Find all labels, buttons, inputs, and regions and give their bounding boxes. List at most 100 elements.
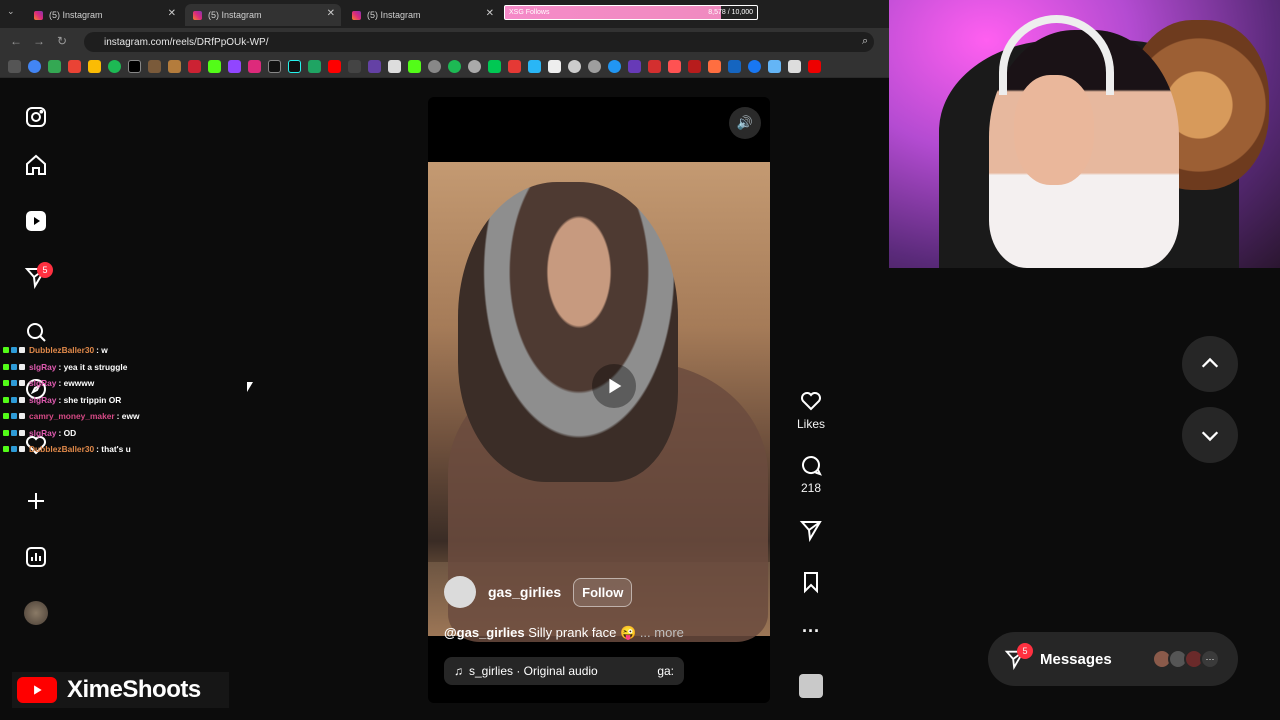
- apps-icon[interactable]: [8, 60, 21, 73]
- chat-username: slgRay: [29, 427, 57, 438]
- google-bookmark-icon[interactable]: [28, 60, 41, 73]
- drive-bookmark-icon[interactable]: [88, 60, 101, 73]
- messages-button[interactable]: Messages ···: [988, 632, 1238, 686]
- bookmark-icon[interactable]: [488, 60, 501, 73]
- chat-text: : that's u: [96, 444, 131, 455]
- dashboard-icon[interactable]: [22, 543, 50, 571]
- instagram-logo-icon[interactable]: [22, 103, 50, 131]
- share-action[interactable]: [795, 518, 827, 542]
- profile-avatar[interactable]: [24, 601, 48, 625]
- chat-badge-icon: [19, 380, 25, 387]
- bookmark-icon[interactable]: [148, 60, 161, 73]
- tab-search-icon[interactable]: ⌄: [7, 6, 15, 17]
- bookmark-icon[interactable]: [348, 60, 361, 73]
- chat-badge-icon: [11, 380, 17, 387]
- chat-text: : w: [96, 345, 108, 356]
- bookmark-icon[interactable]: [648, 60, 661, 73]
- bookmark-icon[interactable]: [808, 60, 821, 73]
- audio-label: s_girlies · Original audio: [469, 664, 598, 678]
- chat-username: camry_money_maker: [29, 411, 115, 422]
- caption-handle[interactable]: @gas_girlies: [444, 625, 525, 640]
- bookmark-icon[interactable]: [388, 60, 401, 73]
- audio-label-trail: ga:: [657, 664, 674, 678]
- bookmark-icon[interactable]: [688, 60, 701, 73]
- chat-message: slgRay: yea it a struggle: [3, 359, 183, 376]
- close-tab-icon[interactable]: ✕: [486, 8, 494, 19]
- bookmark-icon[interactable]: [788, 60, 801, 73]
- chat-badge-icon: [3, 363, 9, 370]
- chat-badge-icon: [11, 396, 17, 403]
- create-plus-icon[interactable]: [22, 487, 50, 515]
- chat-badge-icon: [19, 363, 25, 370]
- bookmark-icon[interactable]: [548, 60, 561, 73]
- bookmark-icon[interactable]: [588, 60, 601, 73]
- close-tab-icon[interactable]: ✕: [327, 8, 335, 19]
- x-bookmark-icon[interactable]: [128, 60, 141, 73]
- chat-badge-icon: [11, 446, 17, 453]
- author-name[interactable]: gas_girlies: [488, 584, 561, 600]
- author-avatar[interactable]: [444, 576, 476, 608]
- bookmark-icon[interactable]: [188, 60, 201, 73]
- bookmark-icon[interactable]: [668, 60, 681, 73]
- url-input[interactable]: instagram.com/reels/DRfPpOUk-WP/: [84, 32, 874, 52]
- chat-badge-icon: [3, 413, 9, 420]
- follow-button[interactable]: Follow: [573, 577, 633, 607]
- chat-badge-icon: [19, 396, 25, 403]
- kick-bookmark-icon[interactable]: [208, 60, 221, 73]
- tab-title: (5) Instagram: [367, 10, 421, 20]
- sound-icon[interactable]: 🔊: [729, 107, 761, 139]
- bookmark-icon[interactable]: [628, 60, 641, 73]
- twitch-bookmark-icon[interactable]: [228, 60, 241, 73]
- chat-badge-icon: [11, 413, 17, 420]
- bookmark-icon[interactable]: [408, 60, 421, 73]
- reel-container[interactable]: 🔊 gas_girlies Follow @gas_girlies Silly …: [428, 97, 770, 703]
- caption-text: Silly prank face 😜: [528, 625, 637, 640]
- chat-badge-icon: [19, 413, 25, 420]
- bookmark-icon[interactable]: [768, 60, 781, 73]
- x-bookmark-icon[interactable]: [268, 60, 281, 73]
- comment-action[interactable]: 218: [795, 453, 827, 495]
- bookmark-icon[interactable]: [308, 60, 321, 73]
- forward-icon[interactable]: →: [33, 34, 45, 48]
- chat-message: slgRay: ewwww: [3, 375, 183, 392]
- bookmark-icon[interactable]: [608, 60, 621, 73]
- reel-author: gas_girlies Follow: [444, 576, 633, 608]
- browser-tab-3[interactable]: (5) Instagram ✕: [344, 4, 500, 26]
- bookmark-icon[interactable]: [568, 60, 581, 73]
- zoom-icon[interactable]: ⌕: [862, 35, 868, 48]
- chat-message: DubblezBaller30: that's u: [3, 441, 183, 458]
- reels-icon[interactable]: [22, 207, 50, 235]
- bookmark-icon[interactable]: [168, 60, 181, 73]
- reload-icon[interactable]: ↻: [57, 34, 67, 48]
- bookmark-icon[interactable]: [508, 60, 521, 73]
- bookmark-icon[interactable]: [448, 60, 461, 73]
- gmail-bookmark-icon[interactable]: [68, 60, 81, 73]
- bookmark-icon[interactable]: [708, 60, 721, 73]
- facebook-bookmark-icon[interactable]: [748, 60, 761, 73]
- caption-more-link[interactable]: ... more: [640, 625, 684, 640]
- back-icon[interactable]: ←: [10, 34, 22, 48]
- audio-track[interactable]: ♫ s_girlies · Original audio ga:: [444, 657, 684, 685]
- audio-thumbnail[interactable]: [799, 674, 823, 698]
- close-tab-icon[interactable]: ✕: [168, 8, 176, 19]
- chat-username: DubblezBaller30: [29, 345, 95, 356]
- play-button[interactable]: [592, 364, 636, 408]
- bookmark-icon[interactable]: [728, 60, 741, 73]
- spotify-bookmark-icon[interactable]: [108, 60, 121, 73]
- browser-tab-2[interactable]: (5) Instagram ✕: [185, 4, 341, 26]
- instagram-bookmark-icon[interactable]: [248, 60, 261, 73]
- bookmark-icon[interactable]: [368, 60, 381, 73]
- save-action[interactable]: [795, 570, 827, 594]
- bookmark-icon[interactable]: [468, 60, 481, 73]
- browser-tab-1[interactable]: (5) Instagram ✕: [26, 4, 182, 26]
- home-icon[interactable]: [22, 151, 50, 179]
- maps-bookmark-icon[interactable]: [48, 60, 61, 73]
- youtube-bookmark-icon[interactable]: [328, 60, 341, 73]
- bookmark-icon[interactable]: [428, 60, 441, 73]
- like-action[interactable]: Likes: [795, 389, 827, 431]
- previous-reel-button[interactable]: [1182, 336, 1238, 392]
- more-options-icon[interactable]: ···: [795, 621, 827, 642]
- tiktok-bookmark-icon[interactable]: [288, 60, 301, 73]
- bookmark-icon[interactable]: [528, 60, 541, 73]
- next-reel-button[interactable]: [1182, 407, 1238, 463]
